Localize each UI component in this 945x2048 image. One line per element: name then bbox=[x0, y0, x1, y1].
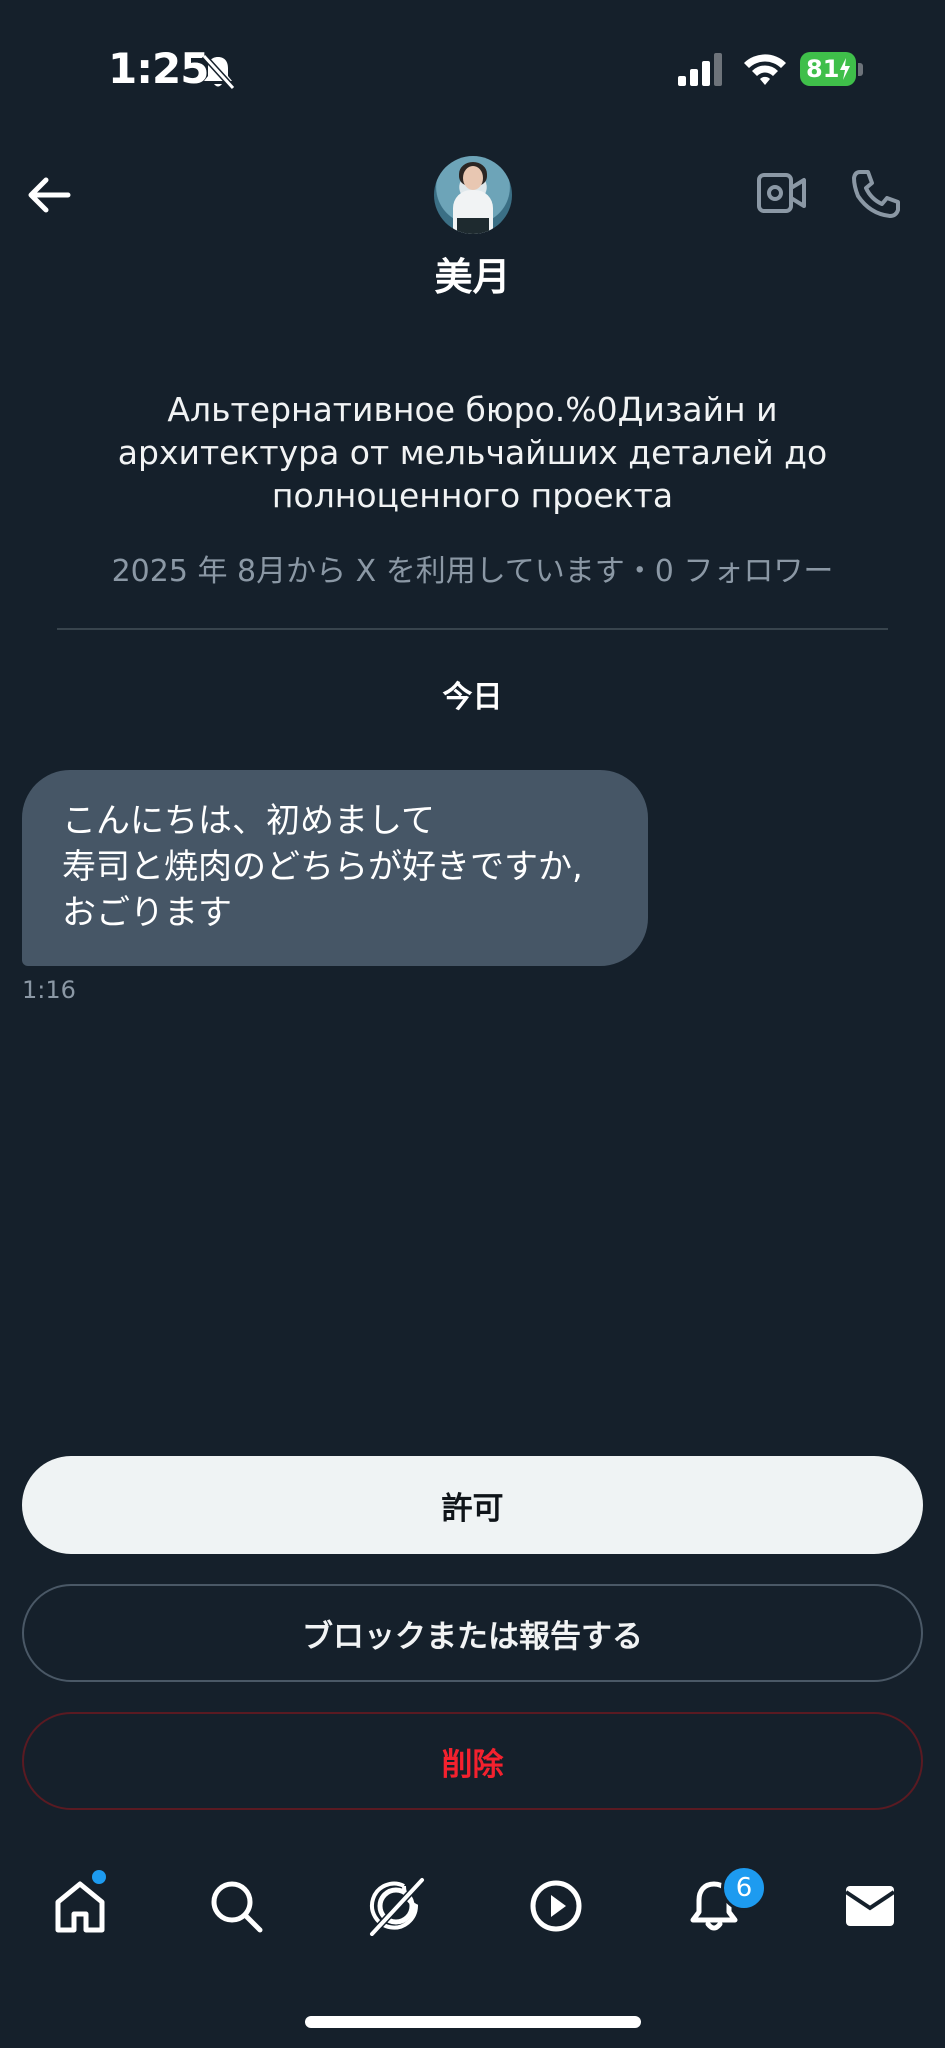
wifi-icon bbox=[744, 54, 786, 85]
divider bbox=[57, 628, 888, 630]
battery-indicator: 81 bbox=[800, 52, 863, 88]
home-unread-dot bbox=[92, 1870, 106, 1884]
block-or-report-button[interactable]: ブロックまたは報告する bbox=[22, 1584, 923, 1682]
notifications-badge: 6 bbox=[721, 1865, 767, 1911]
bio-line: полноценного проекта bbox=[271, 476, 674, 515]
video-icon[interactable] bbox=[526, 1876, 586, 1936]
day-label: 今日 bbox=[442, 680, 503, 715]
back-arrow-icon[interactable] bbox=[24, 170, 74, 220]
phone-call-icon[interactable] bbox=[850, 168, 902, 220]
home-indicator bbox=[305, 2016, 641, 2028]
message-timestamp: 1:16 bbox=[22, 976, 76, 1004]
messages-icon[interactable] bbox=[840, 1876, 900, 1936]
username[interactable]: 美月 bbox=[0, 246, 945, 301]
bio-line: Альтернативное бюро.%0Дизайн и bbox=[167, 390, 778, 429]
message-line: 寿司と焼肉のどちらが好きですか, bbox=[62, 847, 583, 887]
profile-bio: Альтернативное бюро.%0Дизайн и архитекту… bbox=[100, 388, 845, 517]
profile-meta: 2025 年 8月から X を利用しています・0 フォロワー bbox=[111, 554, 834, 589]
home-icon[interactable] bbox=[50, 1876, 110, 1936]
avatar[interactable] bbox=[434, 156, 512, 234]
status-time: 1:25 bbox=[108, 44, 209, 93]
search-icon[interactable] bbox=[206, 1876, 266, 1936]
cellular-signal-icon bbox=[678, 53, 722, 86]
message-line: おごります bbox=[62, 893, 232, 933]
bell-off-icon bbox=[201, 53, 236, 91]
grok-icon[interactable] bbox=[366, 1876, 426, 1936]
delete-button[interactable]: 削除 bbox=[22, 1712, 923, 1810]
allow-button[interactable]: 許可 bbox=[22, 1456, 923, 1554]
bio-line: архитектура от мельчайших деталей до bbox=[117, 433, 828, 472]
message-line: こんにちは、初めまして bbox=[62, 801, 435, 841]
video-call-icon[interactable] bbox=[756, 170, 808, 216]
charging-bolt-icon bbox=[840, 58, 851, 80]
battery-level: 81 bbox=[806, 55, 840, 83]
message-bubble[interactable]: こんにちは、初めまして 寿司と焼肉のどちらが好きですか, おごります bbox=[22, 770, 648, 966]
